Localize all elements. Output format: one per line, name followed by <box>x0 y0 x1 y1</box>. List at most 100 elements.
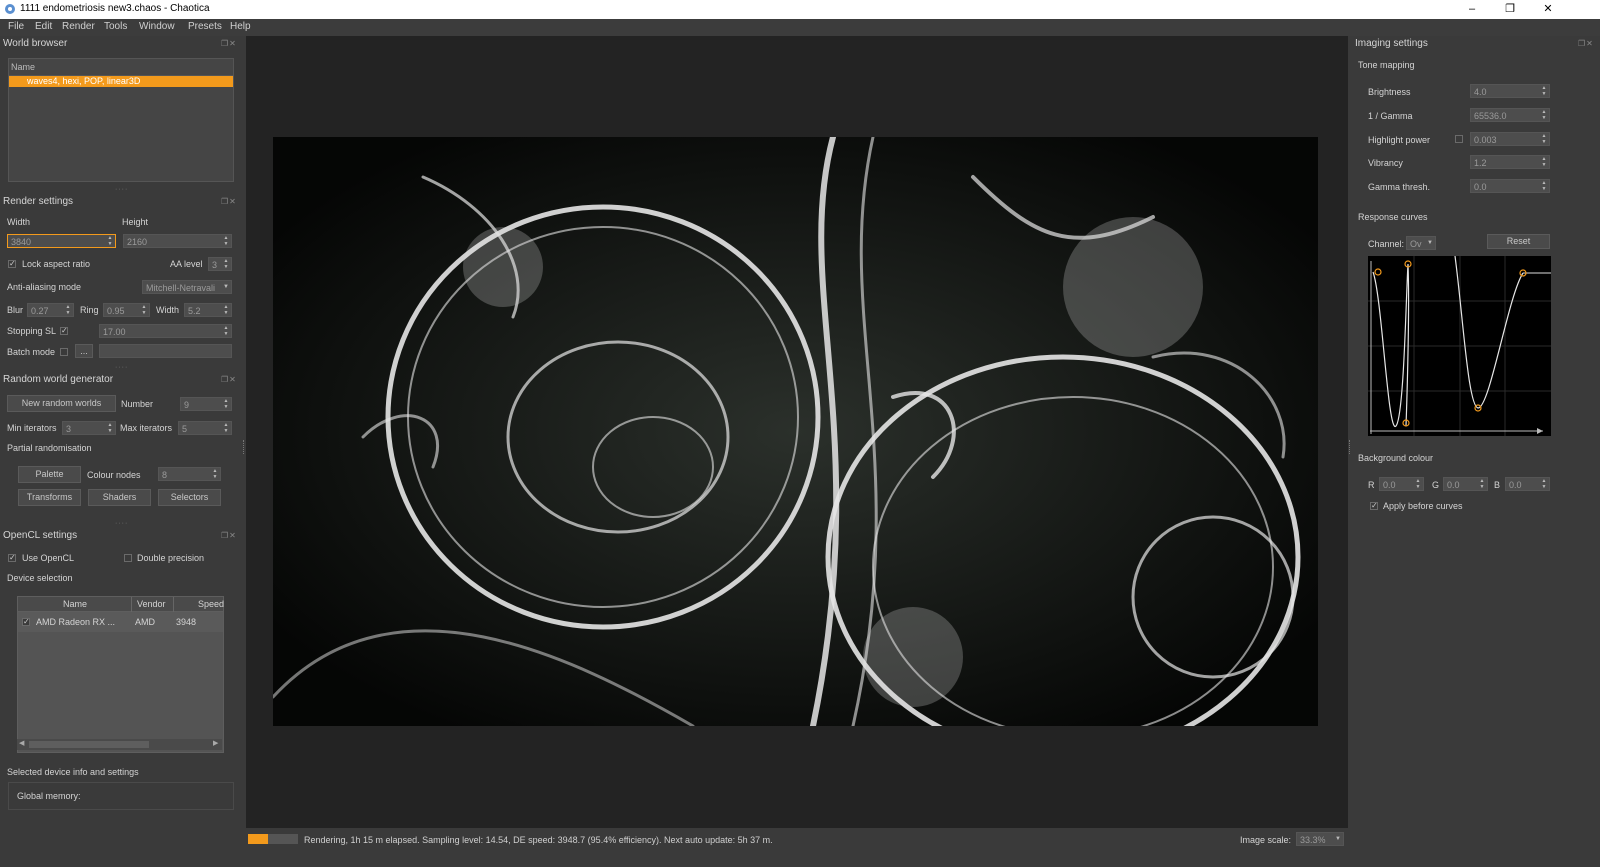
device-table: Name Vendor Speed ✓ AMD Radeon RX ... AM… <box>17 596 224 753</box>
image-scale-select[interactable]: 33.3% ▼ <box>1296 832 1344 846</box>
status-bar: Rendering, 1h 15 m elapsed. Sampling lev… <box>246 828 1600 849</box>
number-input[interactable]: 9 ▲ ▼ <box>180 397 232 411</box>
vibrancy-input[interactable]: 1.2 ▲ ▼ <box>1470 155 1550 169</box>
menu-presets[interactable]: Presets <box>188 21 222 32</box>
title-bar: 1111 endometriosis new3.chaos - Chaotica… <box>0 0 1600 19</box>
response-curve-editor[interactable] <box>1368 256 1551 436</box>
world-list-header: Name <box>11 62 36 72</box>
min-iterators-input[interactable]: 3 ▲ ▼ <box>62 421 116 435</box>
reset-curves-button[interactable]: Reset <box>1487 234 1550 249</box>
scroll-right-icon[interactable]: ▶ <box>213 739 218 747</box>
batch-checkbox[interactable] <box>60 348 68 356</box>
apply-before-curves-checkbox[interactable]: ✓ <box>1370 502 1378 510</box>
menu-bar: File Edit Render Tools Window Presets He… <box>0 19 1600 36</box>
close-icon[interactable]: ✕ <box>1530 1 1566 18</box>
world-browser-title: World browser <box>3 38 68 49</box>
use-opencl-checkbox[interactable]: ✓ <box>8 554 16 562</box>
batch-browse-button[interactable]: ... <box>75 344 93 358</box>
brightness-input[interactable]: 4.0 ▲ ▼ <box>1470 84 1550 98</box>
batch-path-input[interactable] <box>99 344 232 358</box>
aa-mode-label: Anti-aliasing mode <box>7 282 82 292</box>
ring-input[interactable]: 0.95 ▲ ▼ <box>103 303 150 317</box>
ring-label: Ring <box>80 305 99 315</box>
dock-float-close-icons[interactable]: ❐✕ <box>221 531 237 540</box>
tone-mapping-label: Tone mapping <box>1358 60 1415 70</box>
stopping-checkbox[interactable]: ✓ <box>60 327 68 335</box>
double-precision-label: Double precision <box>137 553 205 563</box>
window-title: 1111 endometriosis new3.chaos - Chaotica <box>20 3 210 14</box>
column-header-speed[interactable]: Speed <box>198 599 224 609</box>
column-header-name[interactable]: Name <box>63 599 87 609</box>
highlight-power-label: Highlight power <box>1368 135 1431 145</box>
shaders-button[interactable]: Shaders <box>88 489 151 506</box>
bg-r-input[interactable]: 0.0 ▲ ▼ <box>1379 477 1424 491</box>
left-panel: World browser ❐✕ Name waves4, hexi, POP,… <box>0 36 246 867</box>
double-precision-checkbox[interactable] <box>124 554 132 562</box>
table-horizontal-scrollbar[interactable]: ◀ ▶ <box>17 739 222 750</box>
bg-b-input[interactable]: 0.0 ▲ ▼ <box>1505 477 1550 491</box>
gamma-label: 1 / Gamma <box>1368 111 1413 121</box>
minimize-icon[interactable]: – <box>1454 1 1490 18</box>
device-vendor: AMD <box>135 617 155 627</box>
menu-render[interactable]: Render <box>62 21 95 32</box>
lock-aspect-checkbox[interactable]: ✓ <box>8 260 16 268</box>
g-label: G <box>1432 480 1440 490</box>
selected-device-info-label: Selected device info and settings <box>7 767 139 777</box>
partial-randomisation-label: Partial randomisation <box>7 443 92 453</box>
dock-float-close-icons[interactable]: ❐✕ <box>221 375 237 384</box>
app-icon <box>5 4 15 14</box>
world-list[interactable]: Name waves4, hexi, POP, linear3D <box>8 58 234 182</box>
stopping-label: Stopping SL <box>7 326 57 336</box>
menu-help[interactable]: Help <box>230 21 251 32</box>
vibrancy-label: Vibrancy <box>1368 158 1403 168</box>
dock-float-close-icons[interactable]: ❐✕ <box>221 197 237 206</box>
bg-g-input[interactable]: 0.0 ▲ ▼ <box>1443 477 1488 491</box>
resize-handle[interactable]: ···· <box>115 520 128 527</box>
colour-nodes-input[interactable]: 8 ▲ ▼ <box>158 467 221 481</box>
resize-handle[interactable]: ···· <box>115 364 128 371</box>
selectors-button[interactable]: Selectors <box>158 489 221 506</box>
device-speed: 3948 <box>176 617 197 627</box>
use-opencl-label: Use OpenCL <box>22 553 75 563</box>
gamma-input[interactable]: 65536.0 ▲ ▼ <box>1470 108 1550 122</box>
new-random-worlds-button[interactable]: New random worlds <box>7 395 116 412</box>
colour-nodes-label: Colour nodes <box>87 470 141 480</box>
aa-level-input[interactable]: 3 ▲ ▼ <box>208 257 232 271</box>
max-iterators-label: Max iterators <box>120 423 173 433</box>
dock-float-close-icons[interactable]: ❐✕ <box>221 39 237 48</box>
menu-tools[interactable]: Tools <box>104 21 127 32</box>
dock-float-close-icons[interactable]: ❐✕ <box>1578 39 1594 48</box>
render-viewport[interactable] <box>246 36 1348 828</box>
gamma-thresh-input[interactable]: 0.0 ▲ ▼ <box>1470 179 1550 193</box>
device-checkbox[interactable]: ✓ <box>22 618 30 626</box>
b-label: B <box>1494 480 1501 490</box>
background-colour-label: Background colour <box>1358 453 1434 463</box>
scroll-left-icon[interactable]: ◀ <box>19 739 24 747</box>
max-iterators-input[interactable]: 5 ▲ ▼ <box>178 421 232 435</box>
global-memory-label: Global memory: <box>17 791 81 801</box>
apply-before-curves-label: Apply before curves <box>1383 501 1463 511</box>
menu-edit[interactable]: Edit <box>35 21 52 32</box>
aa-mode-select[interactable]: Mitchell-Netravali ▼ <box>142 280 232 294</box>
palette-button[interactable]: Palette <box>18 466 81 483</box>
resize-handle[interactable]: ···· <box>115 186 128 193</box>
list-item[interactable]: waves4, hexi, POP, linear3D <box>9 76 233 87</box>
highlight-power-input[interactable]: 0.003 ▲ ▼ <box>1470 132 1550 146</box>
device-name: AMD Radeon RX ... <box>36 617 116 627</box>
channel-select[interactable]: Ov ▼ <box>1406 236 1436 250</box>
image-scale-label: Image scale: <box>1240 835 1292 845</box>
width-input[interactable]: 3840 ▲ ▼ <box>7 234 116 248</box>
blur-input[interactable]: 0.27 ▲ ▼ <box>27 303 74 317</box>
filter-width-input[interactable]: 5.2 ▲ ▼ <box>184 303 232 317</box>
table-row[interactable]: ✓ AMD Radeon RX ... AMD 3948 <box>18 612 223 632</box>
column-header-vendor[interactable]: Vendor <box>137 599 166 609</box>
stopping-input[interactable]: 17.00 ▲ ▼ <box>99 324 232 338</box>
opencl-title: OpenCL settings <box>3 530 78 541</box>
menu-window[interactable]: Window <box>139 21 175 32</box>
restore-icon[interactable]: ❐ <box>1492 1 1528 18</box>
menu-file[interactable]: File <box>8 21 24 32</box>
height-input[interactable]: 2160 ▲ ▼ <box>123 234 232 248</box>
highlight-power-checkbox[interactable] <box>1455 135 1463 143</box>
transforms-button[interactable]: Transforms <box>18 489 81 506</box>
imaging-settings-title: Imaging settings <box>1355 38 1428 49</box>
